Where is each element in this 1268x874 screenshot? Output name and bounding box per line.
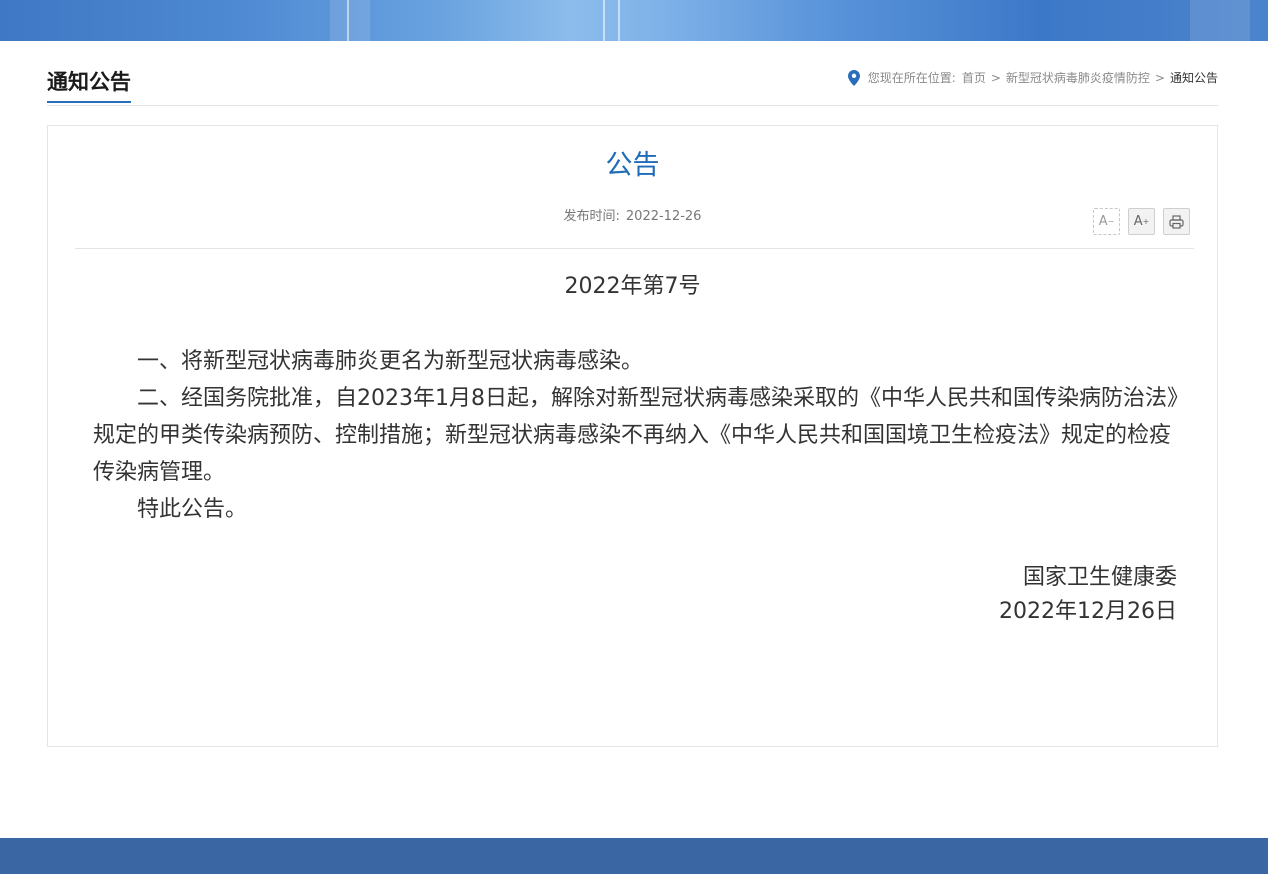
article-paragraph: 特此公告。 [137,497,248,522]
banner-streak [603,0,605,41]
document-number: 2022年第7号 [564,274,701,299]
article-paragraph: 一、将新型冠状病毒肺炎更名为新型冠状病毒感染。 [137,349,644,374]
signature-date: 2022年12月26日 [999,599,1177,624]
publish-date: 2022-12-26 [625,209,702,224]
breadcrumb-epidemic-link[interactable]: 新型冠状病毒肺炎疫情防控 [1006,70,1150,86]
article-container: 公告 发布时间: 2022-12-26 A − A + 2022年第7号 一、将新型冠… [47,125,1218,747]
article-tools: A − A + [1093,208,1190,235]
breadcrumb-prefix: 您现在所在位置: [867,71,956,85]
article-title: 公告 [605,150,660,181]
section-title: 通知公告 [47,70,131,103]
font-increase-icon: A [1133,214,1143,229]
location-pin-icon [847,70,860,86]
top-banner [0,0,1268,41]
signature-organization: 国家卫生健康委 [1022,565,1177,590]
section-header: 通知公告 您现在所在位置: 首页 > 新型冠状病毒肺炎疫情防控 > 通知公告 [47,60,1218,106]
breadcrumb: 您现在所在位置: 首页 > 新型冠状病毒肺炎疫情防控 > 通知公告 [847,70,1218,86]
title-divider [75,248,1194,249]
print-button[interactable] [1163,208,1190,235]
breadcrumb-separator: > [1154,71,1165,85]
breadcrumb-home-link[interactable]: 首页 [962,70,986,86]
font-decrease-button[interactable]: A − [1093,208,1120,235]
publish-time-label: 发布时间: [563,209,620,224]
article-body: 一、将新型冠状病毒肺炎更名为新型冠状病毒感染。 二、经国务院批准，自2023年1… [93,343,1178,528]
signature: 国家卫生健康委 2022年12月26日 [999,561,1177,629]
printer-icon [1169,214,1184,229]
font-increase-button[interactable]: A + [1128,208,1155,235]
font-decrease-sup: − [1107,217,1115,226]
font-decrease-icon: A [1098,214,1108,229]
breadcrumb-current: 通知公告 [1169,71,1218,85]
publish-time: 发布时间: 2022-12-26 [48,208,1217,226]
footer-bar [0,838,1268,874]
breadcrumb-separator: > [990,71,1001,85]
banner-streak [347,0,349,41]
banner-glow [330,0,370,41]
article-paragraph: 二、经国务院批准，自2023年1月8日起，解除对新型冠状病毒感染采取的《中华人民… [93,386,1178,485]
banner-streak [618,0,620,41]
font-increase-sup: + [1142,217,1150,226]
banner-glow [1190,0,1250,41]
